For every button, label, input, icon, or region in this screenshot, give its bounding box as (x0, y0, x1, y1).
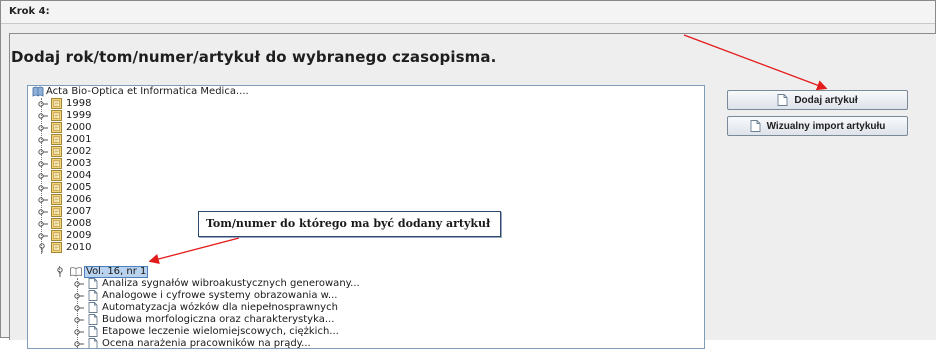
annotation-arrows (148, 34, 828, 265)
arrow-to-volume (148, 237, 240, 265)
collapsed-handle-icon[interactable] (74, 339, 84, 348)
article-document-icon (88, 338, 99, 348)
arrow-to-add-button (683, 34, 828, 91)
wizard-window: Krok 4: Dodaj rok/tom/numer/artykuł do w… (0, 0, 936, 349)
tree-article-label: Ocena narażenia pracowników na prądy... (102, 338, 311, 349)
